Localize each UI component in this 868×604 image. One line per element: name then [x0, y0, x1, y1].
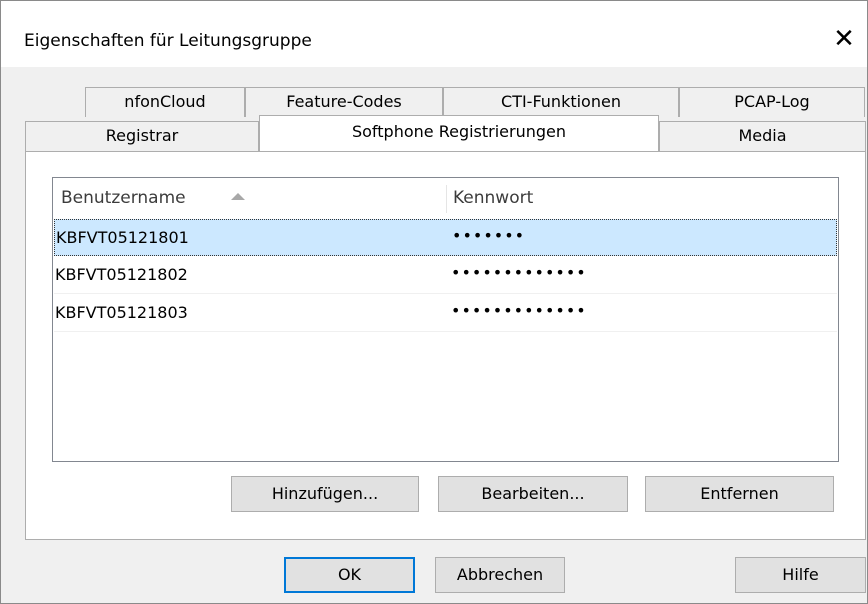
table-row[interactable]: KBFVT05121803 •••••••••••••	[54, 295, 837, 332]
password-cell: •••••••	[452, 226, 526, 245]
table-row[interactable]: KBFVT05121801 •••••••	[54, 219, 837, 256]
sort-ascending-icon	[231, 193, 245, 200]
table-row[interactable]: KBFVT05121802 •••••••••••••	[54, 257, 837, 294]
tab-panel: Benutzername Kennwort KBFVT05121801 ••••…	[25, 151, 866, 540]
tab-cti-funktionen[interactable]: CTI-Funktionen	[443, 87, 679, 117]
help-button[interactable]: Hilfe	[735, 557, 866, 593]
username-cell: KBFVT05121802	[55, 265, 188, 284]
column-divider[interactable]	[446, 185, 447, 213]
tab-registrar[interactable]: Registrar	[25, 121, 259, 151]
tab-nfoncloud[interactable]: nfonCloud	[85, 87, 245, 117]
add-button[interactable]: Hinzufügen...	[231, 476, 419, 512]
column-header-benutzername[interactable]: Benutzername	[61, 188, 186, 208]
remove-button[interactable]: Entfernen	[645, 476, 834, 512]
tab-media[interactable]: Media	[659, 121, 866, 151]
tab-softphone-registrierungen[interactable]: Softphone Registrierungen	[259, 115, 659, 151]
username-cell: KBFVT05121801	[56, 228, 189, 247]
softphone-list[interactable]: Benutzername Kennwort KBFVT05121801 ••••…	[52, 177, 839, 462]
password-cell: •••••••••••••	[451, 263, 587, 282]
window-title: Eigenschaften für Leitungsgruppe	[24, 31, 312, 51]
password-cell: •••••••••••••	[451, 301, 587, 320]
title-bar[interactable]: Eigenschaften für Leitungsgruppe ✕	[1, 1, 867, 67]
cancel-button[interactable]: Abbrechen	[435, 557, 565, 593]
tab-feature-codes[interactable]: Feature-Codes	[245, 87, 443, 117]
close-icon[interactable]: ✕	[821, 19, 867, 59]
column-header-kennwort[interactable]: Kennwort	[453, 188, 533, 208]
list-header: Benutzername Kennwort	[53, 178, 838, 218]
edit-button[interactable]: Bearbeiten...	[438, 476, 628, 512]
dialog-window: Eigenschaften für Leitungsgruppe ✕ nfonC…	[0, 0, 868, 604]
tab-pcap-log[interactable]: PCAP-Log	[679, 87, 865, 117]
ok-button[interactable]: OK	[284, 557, 415, 593]
username-cell: KBFVT05121803	[55, 303, 188, 322]
